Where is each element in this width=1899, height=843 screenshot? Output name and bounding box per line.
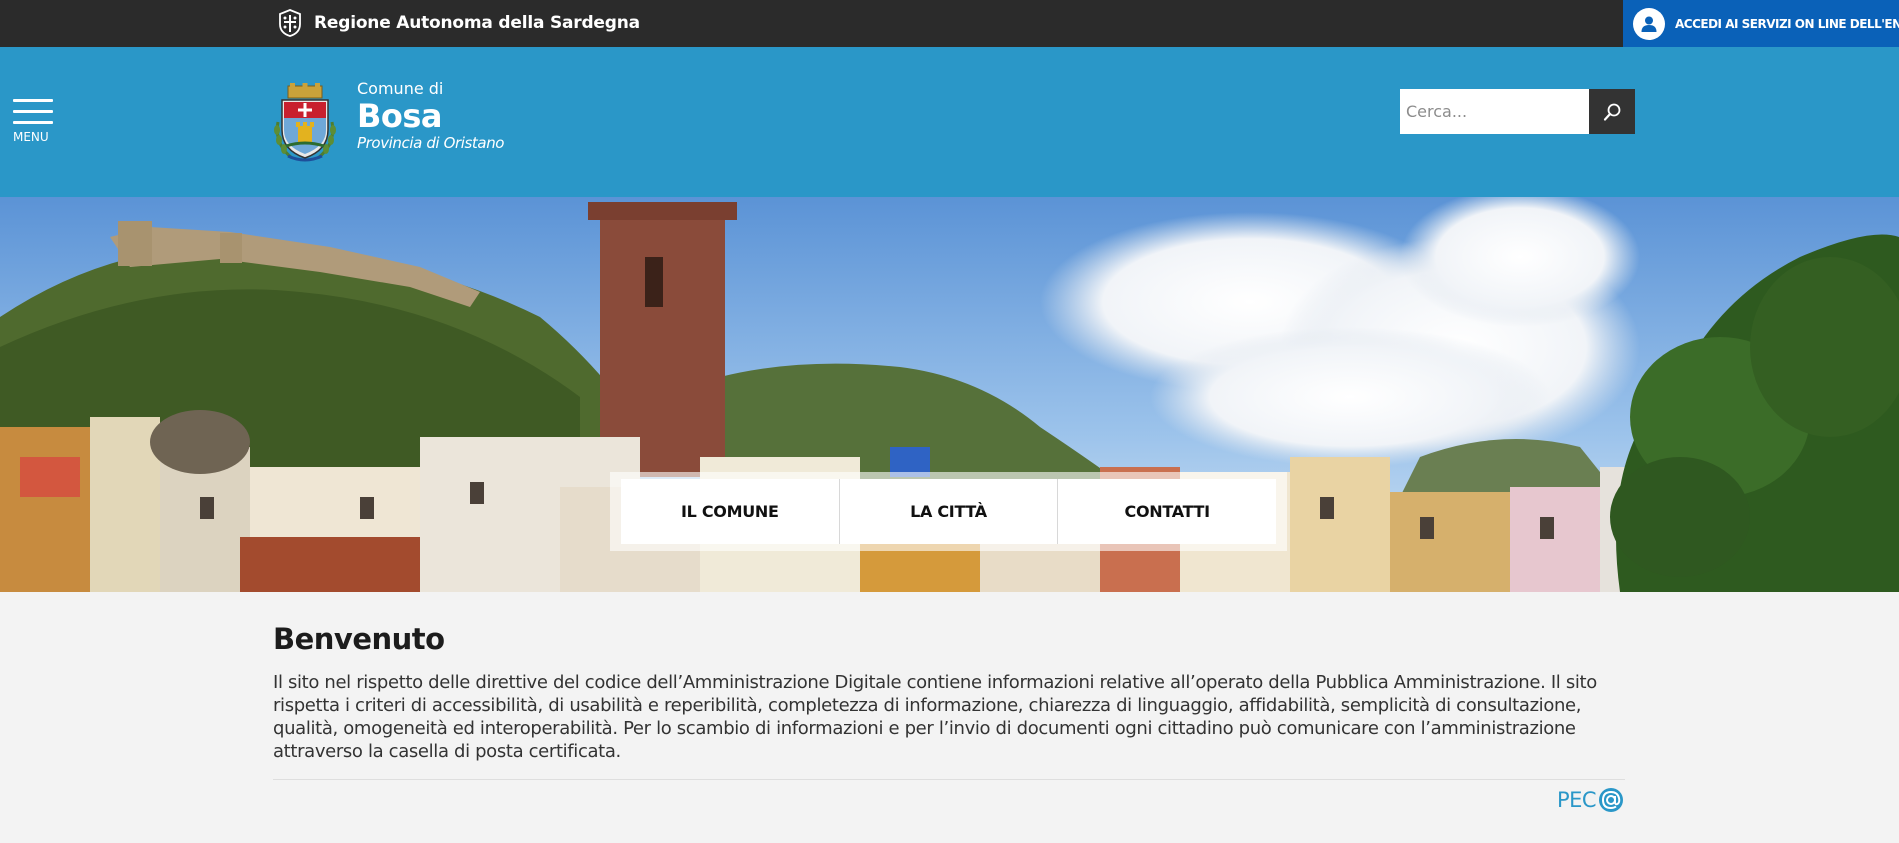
login-services-button[interactable]: ACCEDI AI SERVIZI ON LINE DELL'ENTE (1623, 0, 1899, 47)
divider (273, 779, 1625, 780)
pec-link[interactable]: PEC (1557, 787, 1624, 813)
welcome-title: Benvenuto (273, 622, 445, 656)
brand-province: Provincia di Oristano (357, 134, 505, 152)
menu-button[interactable]: MENU (13, 99, 55, 144)
search-icon (1603, 103, 1621, 121)
region-crest-icon (279, 9, 301, 37)
hamburger-icon (13, 99, 53, 102)
welcome-text: Il sito nel rispetto delle direttive del… (273, 672, 1597, 762)
municipal-coat-of-arms[interactable] (270, 82, 340, 164)
quicknav-contatti[interactable]: CONTATTI (1058, 479, 1277, 544)
quicknav-il-comune[interactable]: IL COMUNE (621, 479, 840, 544)
region-name: Regione Autonoma della Sardegna (314, 13, 640, 33)
login-label: ACCEDI AI SERVIZI ON LINE DELL'ENTE (1675, 16, 1899, 31)
search-input[interactable] (1400, 89, 1589, 134)
brand-name: Bosa (357, 97, 443, 135)
pec-label: PEC (1557, 788, 1597, 812)
menu-label: MENU (13, 130, 49, 144)
brand-block[interactable]: Comune di Bosa Provincia di Oristano (357, 79, 504, 152)
search-button[interactable] (1589, 89, 1635, 134)
site-header: MENU Comune di Bosa Provincia di Oristan… (0, 47, 1899, 197)
search-form (1400, 89, 1635, 134)
region-link[interactable]: Regione Autonoma della Sardegna (276, 6, 640, 40)
top-bar: Regione Autonoma della Sardegna ACCEDI A… (0, 0, 1899, 47)
brand-prefix: Comune di (357, 79, 444, 98)
user-icon (1633, 7, 1665, 40)
at-sign-icon (1599, 788, 1624, 812)
quick-nav: IL COMUNE LA CITTÀ CONTATTI (610, 472, 1287, 551)
quicknav-la-citta[interactable]: LA CITTÀ (839, 479, 1059, 544)
